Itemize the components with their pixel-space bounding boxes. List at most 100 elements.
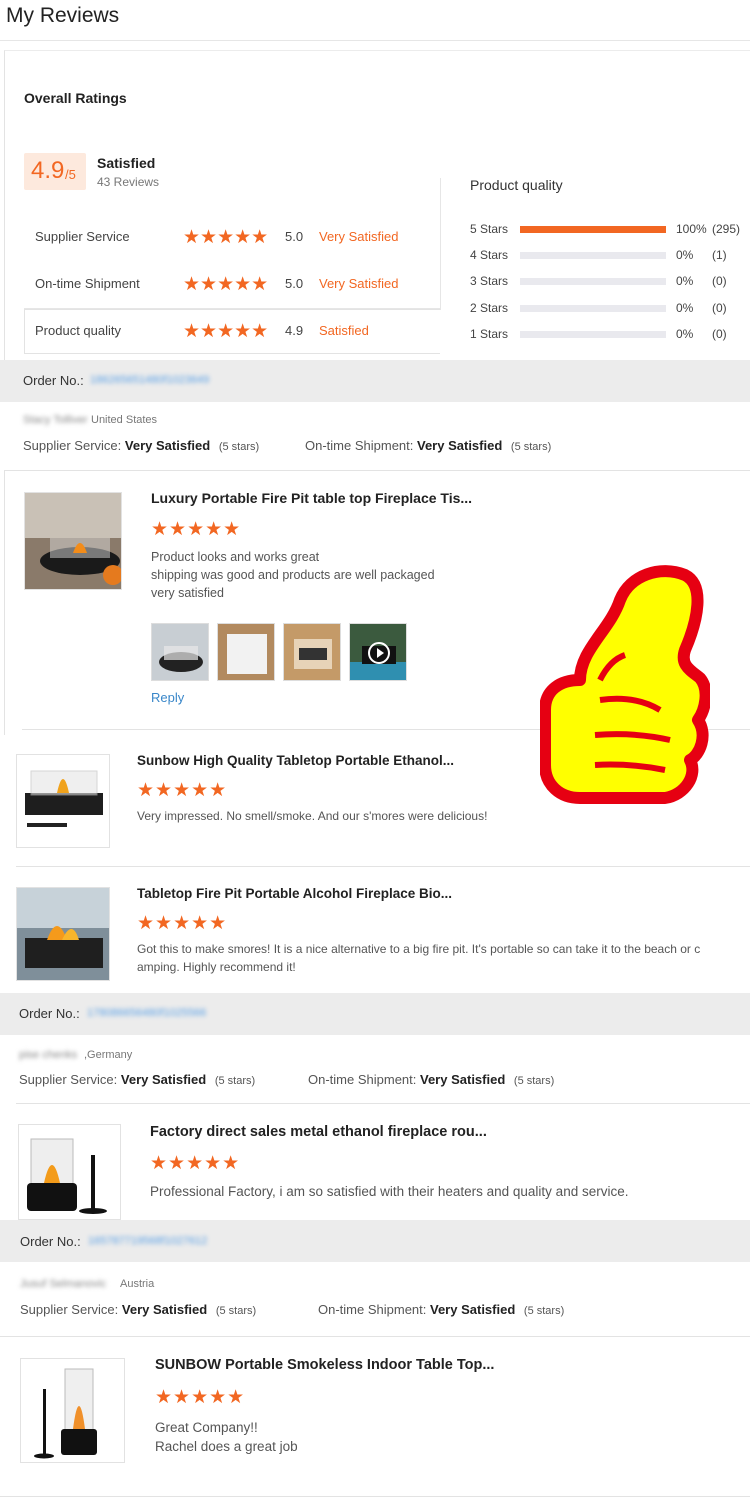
shipment-label: On-time Shipment: xyxy=(305,438,414,453)
category-name-supplier-service: Supplier Service xyxy=(35,229,130,244)
review-text: Got this to make smores! It is a nice al… xyxy=(137,940,747,976)
category-verdict-ontime-shipment: Very Satisfied xyxy=(319,276,399,291)
review-line: Rachel does a great job xyxy=(155,1439,298,1454)
review-text: Professional Factory, i am so satisfied … xyxy=(150,1183,628,1201)
overall-score: 4.9 xyxy=(31,157,65,184)
product-thumbnail[interactable] xyxy=(18,1124,121,1220)
reviewer-name: Stacy Tolliver xyxy=(23,414,88,426)
supplier-service-value: Very Satisfied xyxy=(121,1302,208,1317)
review-photo-image xyxy=(284,624,340,680)
review-line: Got this to make smores! It is a nice al… xyxy=(137,942,701,956)
distribution-label: 2 Stars xyxy=(470,301,509,315)
product-title[interactable]: SUNBOW Portable Smokeless Indoor Table T… xyxy=(155,1357,494,1373)
review-photo[interactable] xyxy=(151,623,209,681)
distribution-label: 4 Stars xyxy=(470,248,509,262)
order-label: Order No.: xyxy=(23,373,84,388)
shipment-label: On-time Shipment: xyxy=(308,1072,417,1087)
category-score-ontime-shipment: 5.0 xyxy=(285,276,304,291)
order-number[interactable]: 165787719568f1027612 xyxy=(88,1235,207,1247)
product-title[interactable]: Factory direct sales metal ethanol firep… xyxy=(150,1124,487,1140)
category-verdict-product-quality: Satisfied xyxy=(319,323,369,338)
product-thumbnail[interactable] xyxy=(16,887,110,981)
shipment-value: Very Satisfied xyxy=(417,438,503,453)
category-stars-product-quality: ★★★★★ xyxy=(183,321,269,342)
review-line: shipping was good and products are well … xyxy=(151,568,435,582)
review-photo[interactable] xyxy=(283,623,341,681)
smokeless-tabletop-image xyxy=(21,1359,124,1462)
supplier-service-stars: (5 stars) xyxy=(218,441,260,453)
product-thumbnail[interactable] xyxy=(20,1358,125,1463)
distribution-count: (0) xyxy=(712,274,727,288)
review-photo-image xyxy=(152,624,208,680)
product-title[interactable]: Tabletop Fire Pit Portable Alcohol Firep… xyxy=(137,886,452,901)
category-name-ontime-shipment: On-time Shipment xyxy=(35,276,140,291)
product-stars: ★★★★★ xyxy=(150,1153,241,1174)
shipment-stars: (5 stars) xyxy=(523,1305,565,1317)
supplier-service-label: Supplier Service: xyxy=(23,438,122,453)
shipment-rating: On-time Shipment: Very Satisfied (5 star… xyxy=(308,1072,554,1087)
supplier-service-rating: Supplier Service: Very Satisfied (5 star… xyxy=(23,438,259,453)
distribution-percent: 0% xyxy=(676,248,694,262)
distribution-bar xyxy=(520,278,666,285)
review-line: very satisfied xyxy=(151,586,224,600)
overall-review-count: 43 Reviews xyxy=(97,175,160,189)
product-title[interactable]: Sunbow High Quality Tabletop Portable Et… xyxy=(137,753,454,768)
category-divider xyxy=(440,178,441,310)
reply-link[interactable]: Reply xyxy=(151,690,184,705)
product-stars: ★★★★★ xyxy=(137,780,228,801)
shipment-label: On-time Shipment: xyxy=(318,1302,427,1317)
distribution-percent: 0% xyxy=(676,274,694,288)
category-name-product-quality[interactable]: Product quality xyxy=(35,323,121,338)
review-text: Great Company!! Rachel does a great job xyxy=(155,1418,298,1456)
product-stars: ★★★★★ xyxy=(155,1387,246,1408)
product-title[interactable]: Luxury Portable Fire Pit table top Firep… xyxy=(151,490,472,506)
supplier-service-value: Very Satisfied xyxy=(120,1072,207,1087)
review-photo[interactable] xyxy=(217,623,275,681)
supplier-service-rating: Supplier Service: Very Satisfied (5 star… xyxy=(20,1302,256,1317)
order-number[interactable]: 178086656480f1025566 xyxy=(87,1007,206,1019)
supplier-service-stars: (5 stars) xyxy=(214,1075,256,1087)
distribution-count: (1) xyxy=(712,248,727,262)
distribution-bar xyxy=(520,226,666,233)
supplier-service-rating: Supplier Service: Very Satisfied (5 star… xyxy=(19,1072,255,1087)
product-thumbnail[interactable] xyxy=(24,492,122,590)
divider xyxy=(4,470,5,735)
distribution-bar xyxy=(520,331,666,338)
shipment-value: Very Satisfied xyxy=(420,1072,506,1087)
review-text: Very impressed. No smell/smoke. And our … xyxy=(137,807,487,825)
reviewer-country: Austria xyxy=(120,1278,155,1290)
divider xyxy=(4,470,750,471)
reviewer-name: Jusuf Selmanovic xyxy=(20,1278,107,1290)
reviewer-country: ,Germany xyxy=(84,1049,133,1061)
overall-score-suffix: /5 xyxy=(65,167,76,182)
distribution-bar xyxy=(520,305,666,312)
ethanol-burner-image xyxy=(17,755,109,847)
category-stars-supplier-service: ★★★★★ xyxy=(183,227,269,248)
distribution-title: Product quality xyxy=(470,177,563,193)
shipment-rating: On-time Shipment: Very Satisfied (5 star… xyxy=(305,438,551,453)
round-fireplace-image xyxy=(19,1125,120,1219)
tabletop-fire-pit-image xyxy=(17,888,109,980)
distribution-count: (295) xyxy=(712,222,741,236)
divider xyxy=(16,866,750,867)
distribution-percent: 0% xyxy=(676,327,694,341)
divider xyxy=(0,1496,750,1497)
distribution-label: 1 Stars xyxy=(470,327,509,341)
distribution-bar xyxy=(520,252,666,259)
review-line: amping. Highly recommend it! xyxy=(137,960,296,974)
reviewer-name: pise chenks xyxy=(19,1049,78,1061)
order-label: Order No.: xyxy=(20,1234,81,1249)
category-verdict-supplier-service: Very Satisfied xyxy=(319,229,399,244)
header-divider xyxy=(0,40,750,41)
product-stars: ★★★★★ xyxy=(151,519,242,540)
distribution-count: (0) xyxy=(712,301,727,315)
review-line: Product looks and works great xyxy=(151,550,320,564)
category-score-product-quality: 4.9 xyxy=(285,323,304,338)
product-thumbnail[interactable] xyxy=(16,754,110,848)
order-label: Order No.: xyxy=(19,1006,80,1021)
overall-score-badge: 4.9 /5 xyxy=(24,153,86,190)
review-video[interactable] xyxy=(349,623,407,681)
shipment-value: Very Satisfied xyxy=(430,1302,516,1317)
order-number[interactable]: 186265651480f1023649 xyxy=(90,374,209,386)
distribution-percent: 0% xyxy=(676,301,694,315)
